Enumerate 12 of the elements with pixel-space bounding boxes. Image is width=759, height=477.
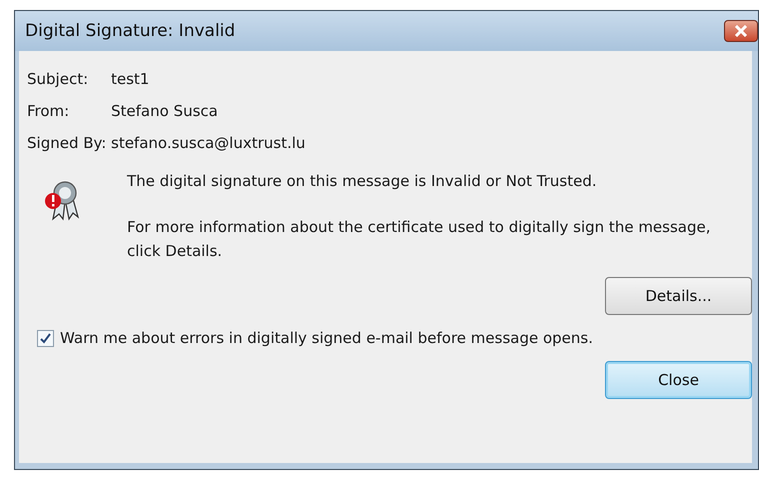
field-value: Stefano Susca	[111, 102, 219, 120]
info-message: For more information about the certificate used to digitally sign the message, click Details.	[127, 217, 712, 262]
field-label: Signed By:	[27, 134, 108, 152]
field-value: stefano.susca@luxtrust.lu	[111, 134, 306, 152]
close-button[interactable]: Close	[605, 361, 752, 399]
field-label: Subject:	[27, 70, 90, 88]
field-label: From:	[27, 102, 70, 120]
details-button[interactable]: Details...	[605, 277, 752, 315]
field-value: test1	[111, 70, 150, 88]
checkbox-label: Warn me about errors in digitally signed e-mail before message opens.	[60, 329, 593, 347]
status-message: The digital signature on this message is Invalid or Not Trusted.	[127, 171, 598, 192]
window-title: Digital Signature: Invalid	[25, 21, 236, 41]
